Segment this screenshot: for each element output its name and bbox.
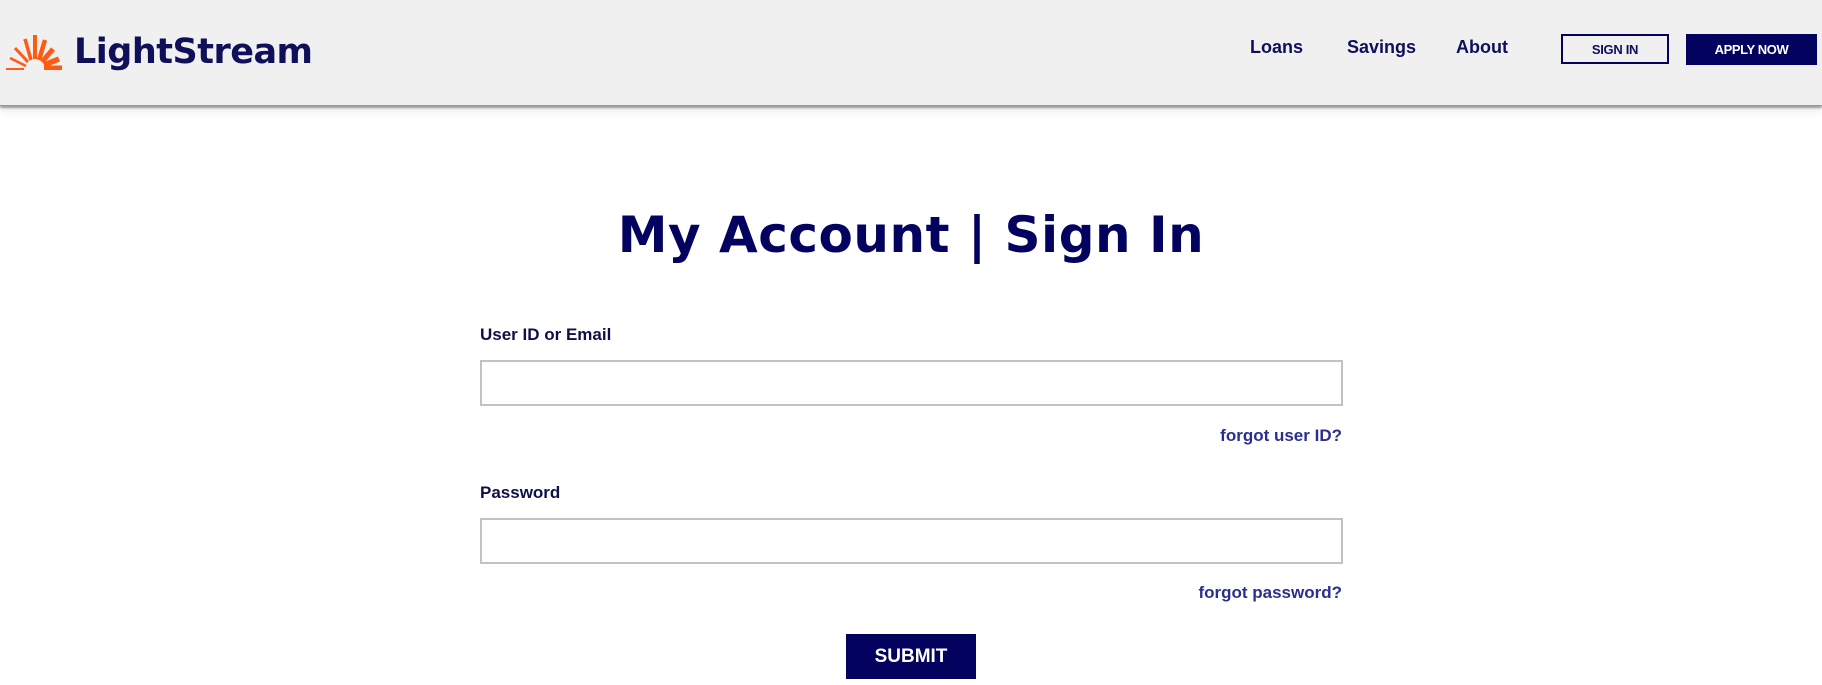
- user-id-input[interactable]: [480, 360, 1343, 406]
- apply-now-button[interactable]: APPLY NOW: [1686, 34, 1817, 65]
- page-title: My Account | Sign In: [617, 206, 1205, 264]
- logo-link[interactable]: LightStream: [4, 30, 313, 74]
- nav-savings[interactable]: Savings: [1347, 37, 1416, 58]
- sign-in-button[interactable]: SIGN IN: [1561, 34, 1669, 64]
- sunburst-icon: [4, 34, 62, 70]
- logo-wordmark: LightStream: [74, 32, 313, 72]
- password-label: Password: [480, 483, 561, 502]
- forgot-user-id-link[interactable]: forgot user ID?: [1220, 426, 1342, 446]
- nav-about[interactable]: About: [1456, 37, 1508, 58]
- nav-loans[interactable]: Loans: [1250, 37, 1303, 58]
- forgot-password-link[interactable]: forgot password?: [1198, 583, 1342, 603]
- password-input[interactable]: [480, 518, 1343, 564]
- user-id-label: User ID or Email: [480, 325, 612, 344]
- site-header: LightStream Loans Savings About SIGN IN …: [0, 0, 1822, 106]
- submit-button[interactable]: SUBMIT: [846, 634, 976, 679]
